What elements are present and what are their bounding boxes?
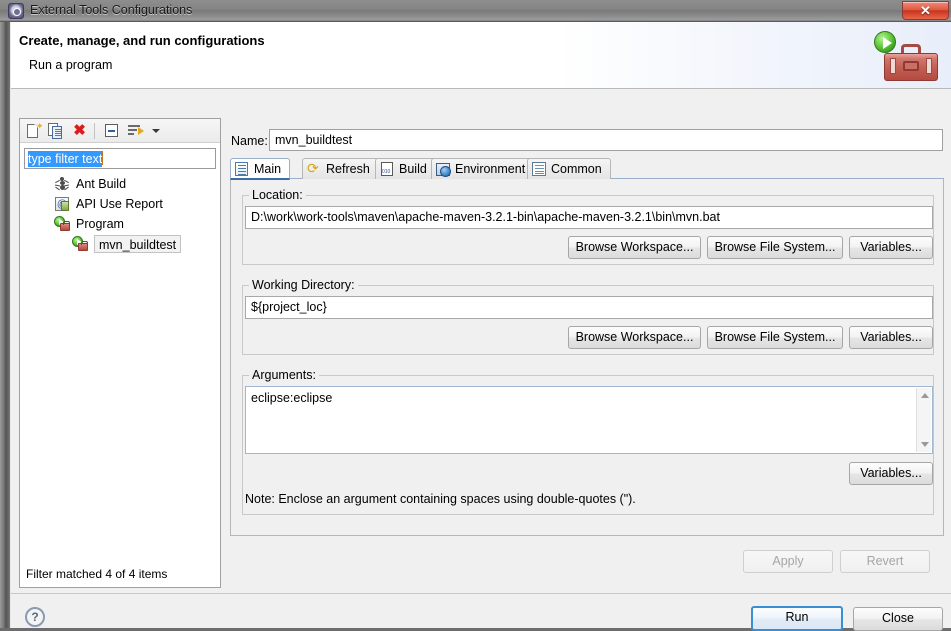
scroll-down-icon[interactable] <box>917 437 932 452</box>
toolbox-latch <box>903 61 919 71</box>
chevron-down-icon <box>152 129 160 133</box>
sparkle-icon: ✦ <box>36 121 44 131</box>
configurations-panel: ✦ ✖ type filter text Ant Build @ API Use… <box>19 118 221 588</box>
delete-x-icon: ✖ <box>73 122 86 139</box>
arguments-variables-button[interactable]: Variables... <box>849 462 933 485</box>
footer-separator <box>11 593 951 594</box>
revert-button[interactable]: Revert <box>840 550 930 573</box>
location-input[interactable]: D:\work\work-tools\maven\apache-maven-3.… <box>245 206 933 229</box>
page-subtitle: Run a program <box>29 58 113 72</box>
configurations-toolbar: ✦ ✖ <box>20 119 220 143</box>
tab-main[interactable]: Main <box>230 158 291 180</box>
run-button[interactable]: Run <box>751 606 843 631</box>
name-input[interactable]: mvn_buildtest <box>269 129 943 151</box>
new-configuration-button[interactable]: ✦ <box>24 121 44 140</box>
arguments-textarea[interactable]: eclipse:eclipse <box>245 386 933 454</box>
dialog-body: Create, manage, and run configurations R… <box>10 22 951 631</box>
dialog-header: Create, manage, and run configurations R… <box>11 22 951 89</box>
filter-icon <box>128 124 144 138</box>
help-icon[interactable]: ? <box>25 607 45 627</box>
collapse-all-icon <box>105 124 118 137</box>
location-browse-file-system-button[interactable]: Browse File System... <box>707 236 843 259</box>
working-directory-browse-workspace-button[interactable]: Browse Workspace... <box>568 326 701 349</box>
text-caret <box>102 151 104 165</box>
name-label: Name: <box>231 134 268 148</box>
page-title: Create, manage, and run configurations <box>19 33 265 48</box>
duplicate-configuration-button[interactable] <box>46 122 65 140</box>
tab-label: Refresh <box>326 162 370 176</box>
duplicate-icon-front <box>52 126 62 139</box>
toolbar-separator <box>94 123 95 139</box>
close-icon: ✕ <box>920 3 931 18</box>
location-group: Location: D:\work\work-tools\maven\apach… <box>242 188 934 265</box>
main-tab-panel: Location: D:\work\work-tools\maven\apach… <box>230 179 944 536</box>
delete-configuration-button[interactable]: ✖ <box>70 122 89 140</box>
window-title: External Tools Configurations <box>30 3 193 17</box>
working-directory-variables-button[interactable]: Variables... <box>849 326 933 349</box>
program-icon <box>54 216 70 232</box>
tab-label: Environment <box>455 162 526 176</box>
location-variables-button[interactable]: Variables... <box>849 236 933 259</box>
scroll-up-icon[interactable] <box>917 388 932 403</box>
working-directory-browse-file-system-button[interactable]: Browse File System... <box>707 326 843 349</box>
arguments-note: Note: Enclose an argument containing spa… <box>245 492 636 506</box>
filter-configurations-button[interactable] <box>126 122 145 140</box>
build-tab-icon <box>380 162 395 177</box>
tab-strip: Main ⟳ Refresh Build Environment Common <box>230 158 944 180</box>
location-browse-workspace-button[interactable]: Browse Workspace... <box>568 236 701 259</box>
api-use-report-icon: @ <box>55 197 69 211</box>
arguments-scrollbar[interactable] <box>916 388 931 452</box>
tab-build[interactable]: Build <box>375 158 436 179</box>
external-tools-configurations-window: External Tools Configurations ✕ Create, … <box>0 0 951 631</box>
tree-item-label: mvn_buildtest <box>94 235 182 253</box>
program-icon <box>72 236 88 252</box>
filter-input[interactable]: type filter text <box>24 148 216 169</box>
toolbox-clip-left <box>890 58 896 74</box>
working-directory-group: Working Directory: ${project_loc} Browse… <box>242 278 934 355</box>
apply-button[interactable]: Apply <box>743 550 833 573</box>
common-tab-icon <box>532 162 547 177</box>
tab-label: Main <box>254 162 282 176</box>
tab-label: Build <box>399 162 427 176</box>
run-toolbox-icon <box>870 27 942 85</box>
close-button[interactable]: Close <box>853 607 943 631</box>
filter-arrow <box>138 127 144 135</box>
main-tab-icon <box>235 162 250 177</box>
arguments-group: Arguments: eclipse:eclipse Variables... … <box>242 368 934 515</box>
tree-item-label: Ant Build <box>76 177 127 191</box>
external-tools-icon <box>8 3 24 19</box>
tree-item-label: API Use Report <box>76 197 163 211</box>
ant-icon <box>54 176 70 192</box>
tab-refresh[interactable]: ⟳ Refresh <box>302 158 379 179</box>
refresh-tab-icon: ⟳ <box>307 161 319 177</box>
location-legend: Location: <box>249 188 306 202</box>
collapse-all-button[interactable] <box>102 122 121 140</box>
filter-input-value: type filter text <box>28 151 103 167</box>
play-icon <box>874 31 896 53</box>
arguments-legend: Arguments: <box>249 368 319 382</box>
working-directory-input[interactable]: ${project_loc} <box>245 296 933 319</box>
tab-label: Common <box>551 162 602 176</box>
filter-status-label: Filter matched 4 of 4 items <box>26 567 168 581</box>
arguments-value: eclipse:eclipse <box>251 391 333 405</box>
toolbox-clip-right <box>926 58 932 74</box>
filter-menu-button[interactable] <box>148 122 162 140</box>
working-directory-legend: Working Directory: <box>249 278 358 292</box>
environment-tab-icon <box>436 162 451 177</box>
background-window-strip <box>0 0 10 628</box>
title-bar: External Tools Configurations ✕ <box>0 0 951 22</box>
tree-item-label: Program <box>76 217 124 231</box>
tab-common[interactable]: Common <box>527 158 611 179</box>
tab-environment[interactable]: Environment <box>431 158 535 179</box>
window-close-button[interactable]: ✕ <box>902 1 949 20</box>
